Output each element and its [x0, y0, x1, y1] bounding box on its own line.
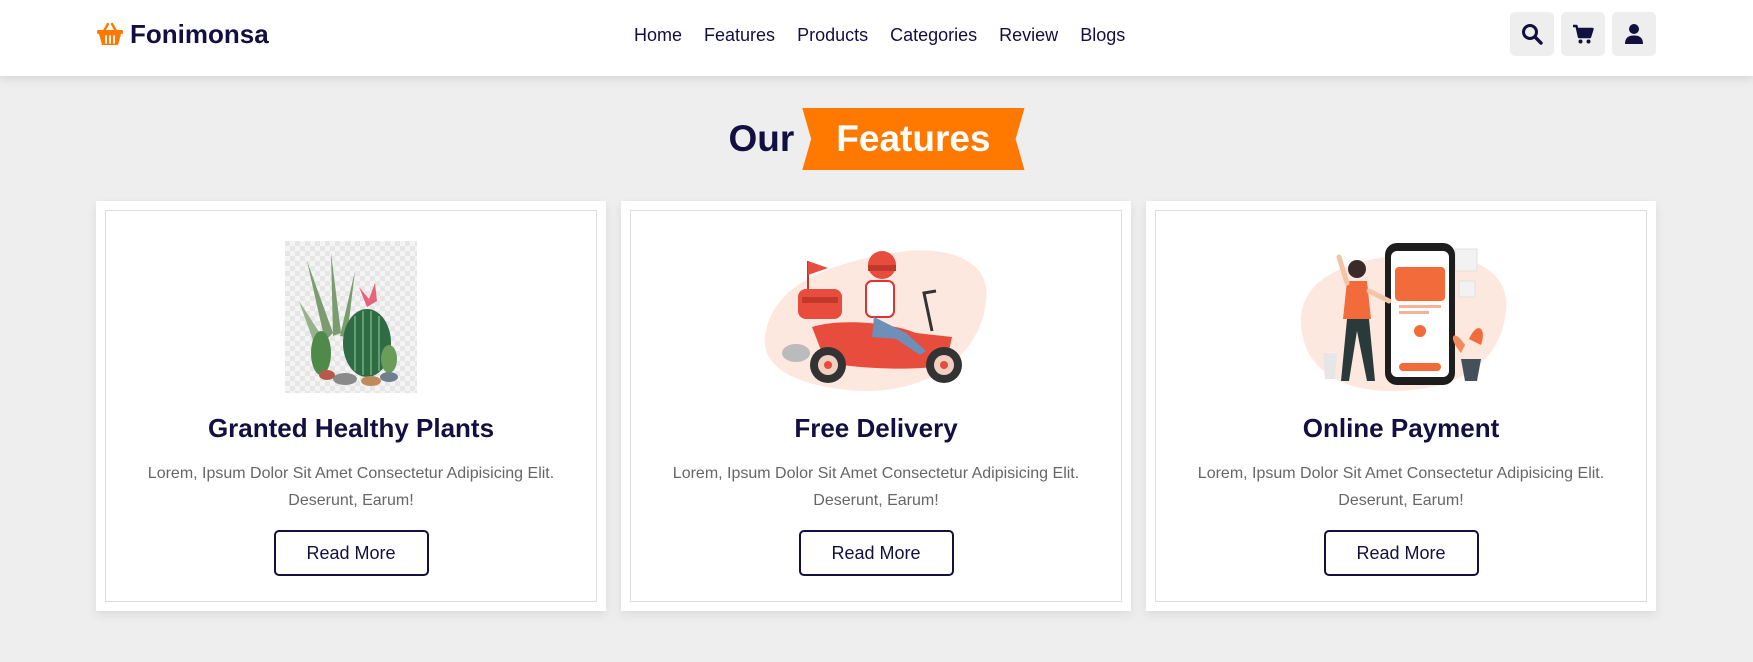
user-button[interactable]	[1612, 12, 1656, 56]
read-more-button[interactable]: Read More	[1323, 530, 1479, 576]
nav-features[interactable]: Features	[704, 22, 775, 48]
cart-button[interactable]	[1561, 12, 1605, 56]
user-icon	[1625, 24, 1643, 44]
feature-card: Online Payment Lorem, Ipsum Dolor Sit Am…	[1146, 201, 1656, 611]
section-heading: Our Features	[0, 108, 1753, 170]
features-list: Granted Healthy Plants Lorem, Ipsum Dolo…	[96, 201, 1656, 611]
feature-title: Online Payment	[1302, 413, 1500, 443]
heading-highlight: Features	[802, 108, 1025, 170]
basket-icon	[96, 20, 124, 48]
feature-card-inner: Granted Healthy Plants Lorem, Ipsum Dolo…	[105, 210, 597, 602]
search-icon	[1522, 24, 1543, 45]
feature-text: Lorem, Ipsum Dolor Sit Amet Consectetur …	[672, 465, 1080, 509]
cart-icon	[1573, 24, 1594, 44]
cactus-plant-image	[231, 241, 471, 393]
logo[interactable]: Fonimonsa	[96, 18, 269, 50]
heading-plain: Our	[728, 118, 795, 159]
main-nav: Home Features Products Categories Review…	[634, 22, 1125, 48]
feature-card: Free Delivery Lorem, Ipsum Dolor Sit Ame…	[621, 201, 1131, 611]
logo-text: Fonimonsa	[130, 18, 269, 49]
feature-text: Lorem, Ipsum Dolor Sit Amet Consectetur …	[147, 465, 555, 509]
nav-review[interactable]: Review	[999, 22, 1058, 48]
search-button[interactable]	[1510, 12, 1554, 56]
feature-title: Granted Healthy Plants	[207, 413, 495, 443]
online-payment-image	[1281, 241, 1521, 393]
feature-card-inner: Free Delivery Lorem, Ipsum Dolor Sit Ame…	[630, 210, 1122, 602]
site-header: Fonimonsa Home Features Products Categor…	[0, 0, 1753, 76]
nav-home[interactable]: Home	[634, 22, 682, 48]
feature-text: Lorem, Ipsum Dolor Sit Amet Consectetur …	[1197, 465, 1605, 509]
delivery-scooter-image	[756, 241, 996, 393]
nav-blogs[interactable]: Blogs	[1080, 22, 1125, 48]
feature-card-inner: Online Payment Lorem, Ipsum Dolor Sit Am…	[1155, 210, 1647, 602]
feature-card: Granted Healthy Plants Lorem, Ipsum Dolo…	[96, 201, 606, 611]
read-more-button[interactable]: Read More	[798, 530, 954, 576]
feature-title: Free Delivery	[794, 413, 958, 443]
nav-products[interactable]: Products	[797, 22, 868, 48]
read-more-button[interactable]: Read More	[273, 530, 429, 576]
nav-categories[interactable]: Categories	[890, 22, 977, 48]
header-icons	[1510, 12, 1656, 56]
